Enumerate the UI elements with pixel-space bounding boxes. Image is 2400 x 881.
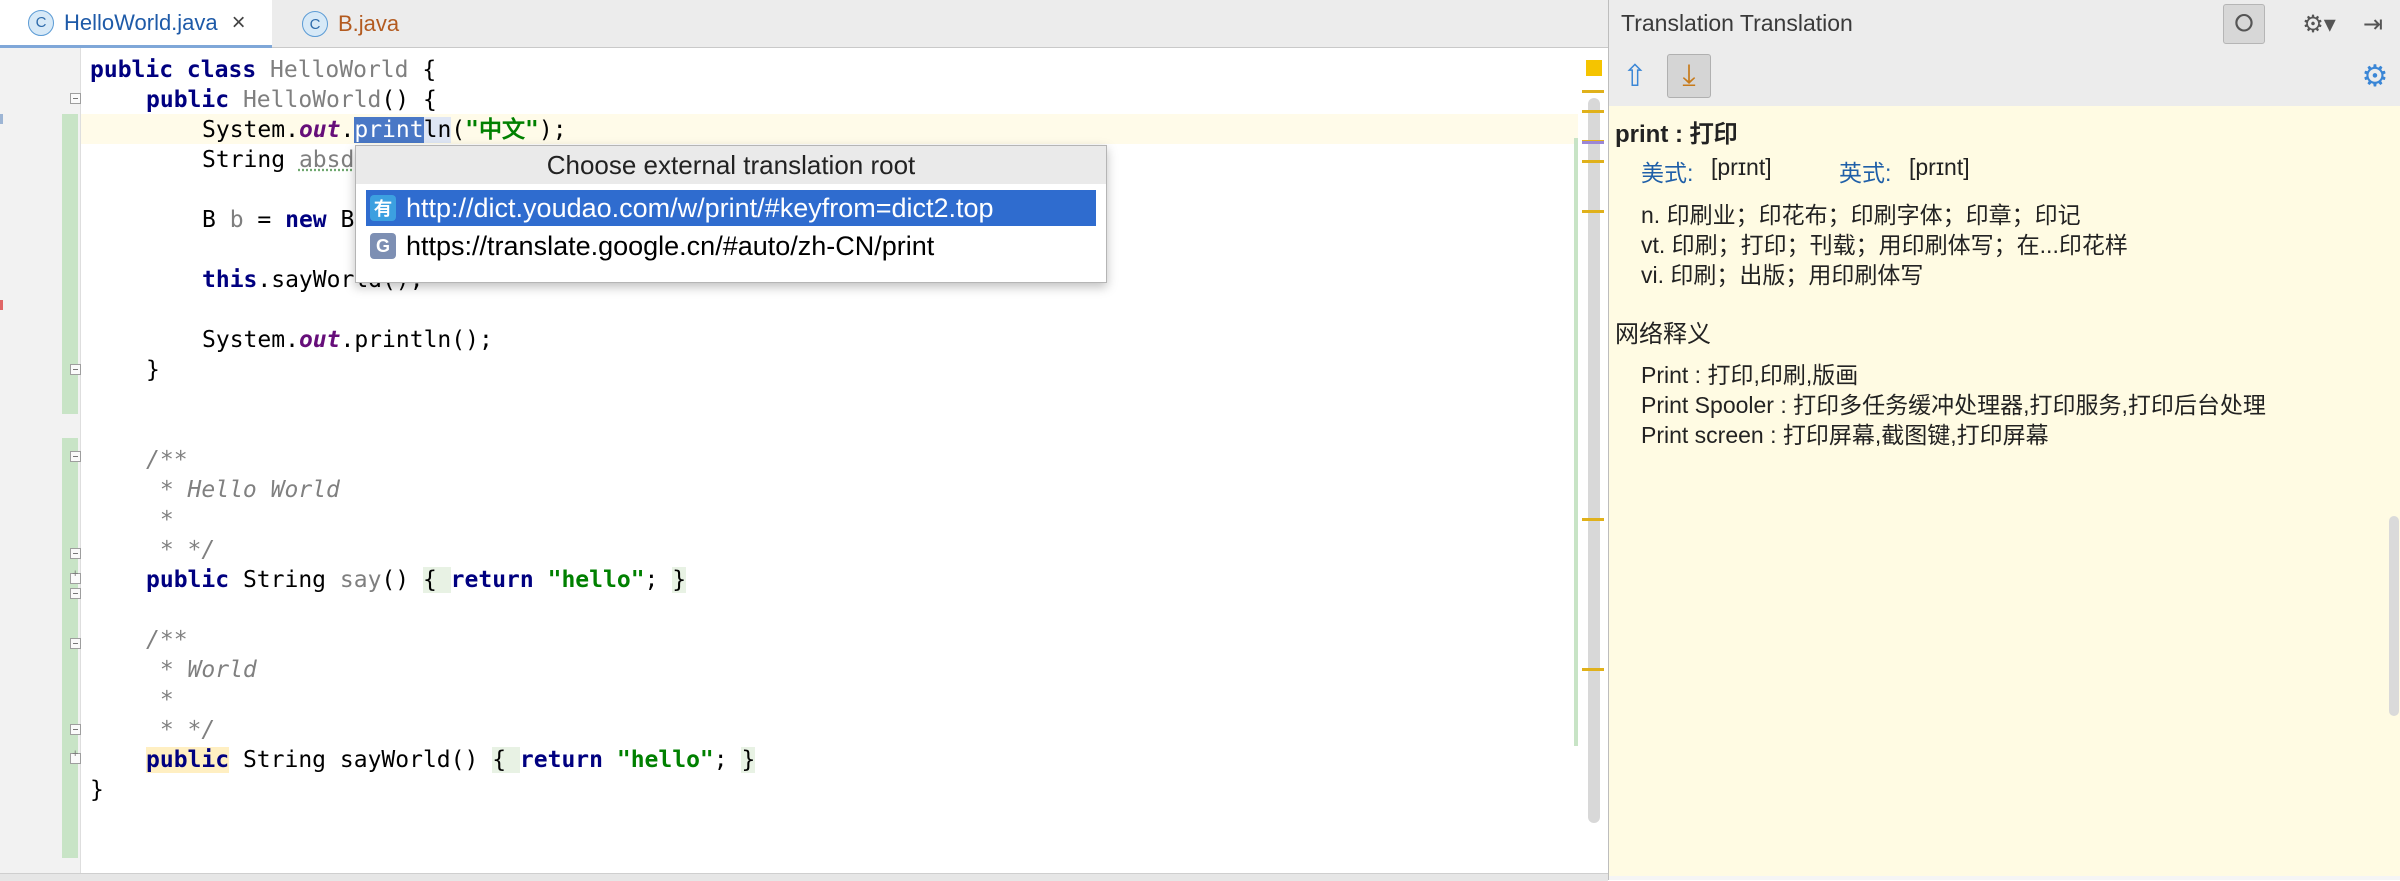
code-line-11: } [146, 357, 160, 383]
popup-item-google[interactable]: G https://translate.google.cn/#auto/zh-C… [366, 228, 1096, 264]
java-class-icon: C [28, 9, 54, 36]
comment-line: * World [146, 657, 257, 683]
definition-line: vt. 印刷；打印；刊载；用印刷体写；在...印花样 [1641, 232, 2128, 258]
tab-helloworld-java[interactable]: C HelloWorld.java × [0, 0, 272, 48]
panel-toolbar: ⇧ ⤓ ⚙ [1609, 48, 2400, 107]
phonetic-uk: [prɪnt] [1909, 154, 1970, 180]
definition-line: vi. 印刷；出版；用印刷体写 [1641, 262, 1924, 288]
settings-icon[interactable]: ⚙ [2357, 58, 2393, 94]
error-stripe-mark[interactable] [1582, 110, 1604, 113]
comment-line: * */ [146, 717, 216, 743]
tab-label: B.java [338, 11, 400, 36]
translation-content: print : 打印 美式: [prɪnt] 英式: [prɪnt] n. 印刷… [1609, 106, 2400, 876]
gutter-mark [0, 114, 3, 124]
fold-toggle[interactable] [70, 93, 81, 104]
code-line-1: public class HelloWorld { [90, 57, 437, 83]
google-translate-icon: G [370, 233, 396, 259]
change-stripe [1574, 138, 1578, 388]
pin-icon[interactable]: ⭘ [2223, 4, 2265, 44]
code-line-6: B b = new B [202, 207, 355, 233]
java-class-icon: C [302, 11, 328, 37]
popup-item-youdao[interactable]: 有 http://dict.youdao.com/w/print/#keyfro… [366, 190, 1096, 226]
code-line-sayworld: public String sayWorld() { return "hello… [146, 747, 756, 773]
editor-tab-bar: C HelloWorld.java × C B.java [0, 0, 1608, 48]
editor-gutter [0, 48, 81, 873]
autoscroll-icon[interactable]: ⤓ [1667, 54, 1711, 98]
error-stripe-mark[interactable] [1582, 668, 1604, 671]
code-line-end: } [90, 777, 104, 803]
web-definitions-title: 网络释义 [1615, 321, 1711, 348]
selected-text: print [354, 117, 424, 143]
web-definition-line: Print Spooler : 打印多任务缓冲处理器,打印服务,打印后台处理 [1641, 392, 2266, 418]
popup-item-label: http://dict.youdao.com/w/print/#keyfrom=… [406, 192, 994, 223]
translation-heading: print : 打印 [1615, 121, 1738, 148]
youdao-icon: 有 [370, 195, 396, 221]
phonetic-us-label: 美式: [1641, 160, 1694, 186]
code-line-say: public String say() { return "hello"; } [146, 567, 687, 593]
comment-line: /** [146, 627, 188, 653]
comment-line: * [146, 507, 174, 533]
translation-panel: Translation Translation ⭘ ⚙▾ ⇥ ⇧ ⤓ ⚙ pri… [1608, 0, 2400, 880]
panel-scrollbar[interactable] [2389, 516, 2399, 716]
fold-toggle[interactable] [70, 588, 81, 599]
translation-root-popup[interactable]: Choose external translation root 有 http:… [355, 145, 1107, 283]
error-stripe-mark[interactable] [1582, 141, 1604, 144]
gear-icon[interactable]: ⚙▾ [2299, 8, 2339, 40]
editor-scrollbar[interactable] [1588, 98, 1600, 823]
phonetic-us: [prɪnt] [1711, 154, 1772, 180]
web-definition-line: Print : 打印,印刷,版画 [1641, 362, 1859, 388]
error-stripe-mark[interactable] [1582, 160, 1604, 163]
fold-toggle[interactable] [70, 451, 81, 462]
phonetic-uk-label: 英式: [1839, 160, 1892, 186]
comment-line: * [146, 687, 174, 713]
web-definition-line: Print screen : 打印屏幕,截图键,打印屏幕 [1641, 422, 2049, 448]
fold-toggle[interactable] [70, 638, 81, 649]
fold-toggle[interactable] [70, 568, 81, 584]
arrow-up-icon[interactable]: ⇧ [1615, 56, 1655, 96]
comment-line: /** [146, 447, 188, 473]
popup-title: Choose external translation root [356, 146, 1106, 184]
code-line-4: String absd [202, 147, 355, 173]
comment-line: * */ [146, 537, 216, 563]
fold-toggle[interactable] [70, 748, 81, 764]
close-icon[interactable]: × [232, 9, 246, 37]
fold-toggle[interactable] [70, 548, 81, 559]
code-line-10: System.out.println(); [202, 327, 493, 353]
gutter-mark [0, 300, 3, 310]
fold-toggle[interactable] [70, 724, 81, 735]
hide-panel-icon[interactable]: ⇥ [2353, 8, 2393, 40]
tab-b-java[interactable]: C B.java [274, 0, 432, 48]
warning-indicator[interactable] [1586, 60, 1602, 76]
panel-header: Translation Translation ⭘ ⚙▾ ⇥ [1609, 0, 2400, 49]
popup-item-label: https://translate.google.cn/#auto/zh-CN/… [406, 230, 935, 261]
error-stripe-mark[interactable] [1582, 518, 1604, 521]
code-line-3: System.out.println("中文"); [202, 117, 567, 143]
fold-toggle[interactable] [70, 364, 81, 375]
comment-line: * Hello World [146, 477, 340, 503]
tab-label: HelloWorld.java [64, 9, 218, 35]
error-stripe-mark[interactable] [1582, 90, 1604, 93]
error-stripe-mark[interactable] [1582, 210, 1604, 213]
definition-line: n. 印刷业；印花布；印刷字体；印章；印记 [1641, 202, 2081, 228]
code-line-2: public HelloWorld() { [146, 87, 437, 113]
panel-title: Translation Translation [1621, 10, 1853, 36]
change-stripe [1574, 366, 1578, 746]
